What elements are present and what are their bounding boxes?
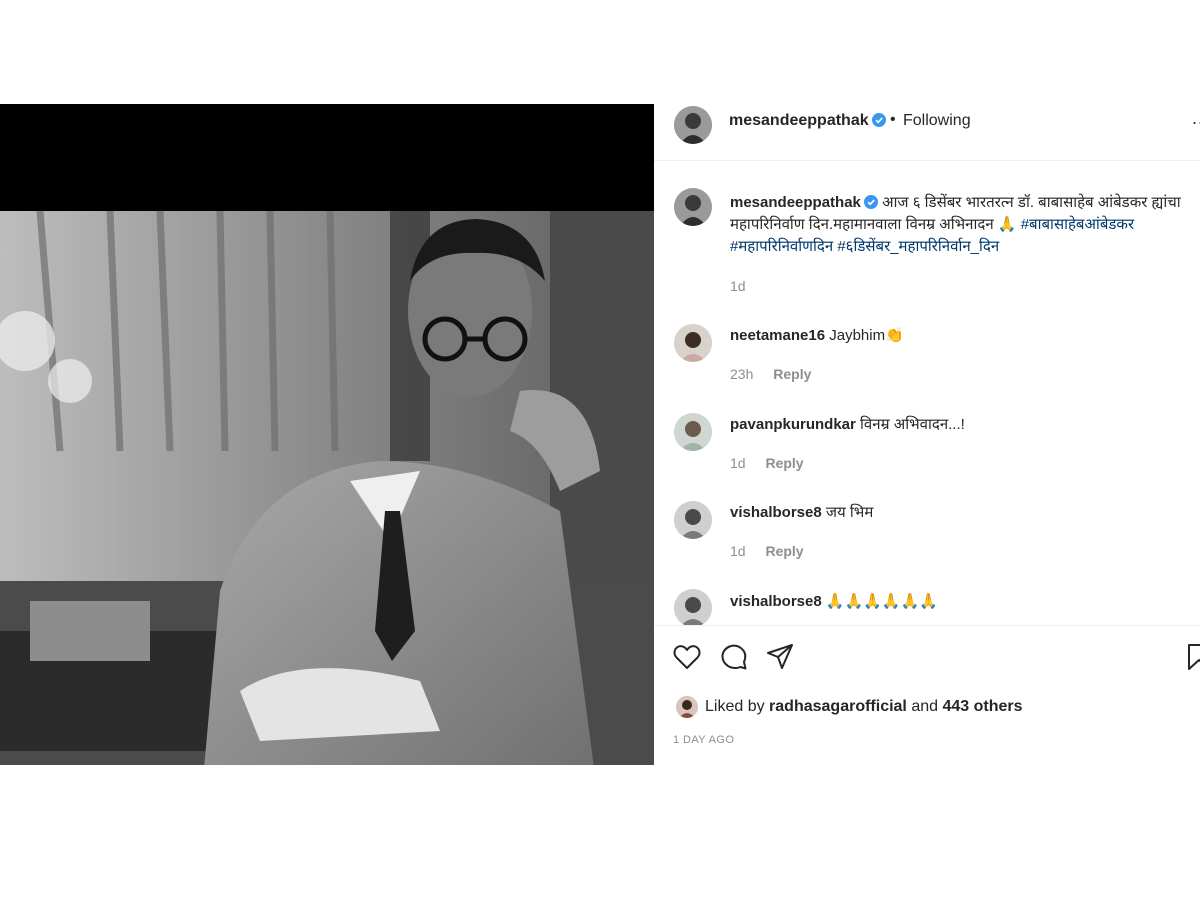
caption-avatar[interactable] bbox=[674, 188, 712, 226]
verified-badge-icon bbox=[871, 113, 886, 127]
liker-username[interactable]: radhasagarofficial bbox=[769, 698, 907, 715]
author-username[interactable]: mesandeeppathak bbox=[729, 112, 886, 130]
comment-row: neetamane16 Jaybhim👏 bbox=[730, 325, 1190, 347]
instagram-post: mesandeeppathak • Following ... mesandee… bbox=[0, 104, 1200, 765]
commenter-avatar[interactable] bbox=[674, 324, 712, 362]
liker-avatar[interactable] bbox=[676, 696, 698, 718]
author-avatar[interactable] bbox=[674, 106, 712, 144]
more-options-icon[interactable]: ... bbox=[1192, 108, 1200, 129]
paper-plane-icon[interactable] bbox=[765, 642, 795, 672]
comment-time: 1d bbox=[730, 543, 746, 559]
bookmark-icon[interactable] bbox=[1184, 642, 1200, 672]
post-sidebar: mesandeeppathak • Following ... mesandee… bbox=[654, 104, 1200, 765]
likes-summary: Liked by radhasagarofficial and 443 othe… bbox=[705, 698, 1023, 716]
post-header: mesandeeppathak • Following ... bbox=[654, 104, 1200, 161]
comment-username[interactable]: vishalborse8 bbox=[730, 593, 822, 610]
comment-row: pavanpkurundkar विनम्र अभिवादन...! bbox=[730, 414, 1190, 436]
commenter-avatar[interactable] bbox=[674, 413, 712, 451]
comment-username[interactable]: vishalborse8 bbox=[730, 504, 822, 521]
post-date: 1 DAY AGO bbox=[673, 734, 735, 746]
separator-dot: • bbox=[890, 111, 896, 128]
comment-row: vishalborse8 🙏🙏🙏🙏🙏🙏 bbox=[730, 591, 1190, 613]
commenter-avatar[interactable] bbox=[674, 589, 712, 625]
comment-time: 23h bbox=[730, 366, 754, 382]
comment-meta: 1d Reply bbox=[730, 455, 804, 471]
likes-others-link[interactable]: 443 others bbox=[942, 698, 1022, 715]
comment-bubble-icon[interactable] bbox=[719, 642, 749, 672]
comment-text: 🙏🙏🙏🙏🙏🙏 bbox=[825, 593, 938, 610]
comment-username[interactable]: pavanpkurundkar bbox=[730, 416, 856, 433]
comment-meta: 1d Reply bbox=[730, 543, 804, 559]
comment-meta: 23h Reply bbox=[730, 366, 811, 382]
likes-joiner: and bbox=[911, 698, 939, 715]
post-actions: Liked by radhasagarofficial and 443 othe… bbox=[654, 625, 1200, 765]
author-username-text[interactable]: mesandeeppathak bbox=[729, 112, 869, 129]
caption-text: mesandeeppathak आज ६ डिसेंबर भारतरत्न डॉ… bbox=[730, 192, 1190, 258]
verified-badge-icon bbox=[863, 195, 878, 209]
comment-row: vishalborse8 जय भिम bbox=[730, 502, 1190, 524]
heart-icon[interactable] bbox=[672, 642, 702, 672]
caption-meta: 1d bbox=[730, 278, 762, 294]
commenter-avatar[interactable] bbox=[674, 501, 712, 539]
caption-username[interactable]: mesandeeppathak bbox=[730, 194, 861, 211]
comment-time: 1d bbox=[730, 455, 746, 471]
comment-text: विनम्र अभिवादन...! bbox=[860, 416, 965, 433]
post-photo bbox=[0, 211, 654, 765]
reply-button[interactable]: Reply bbox=[773, 366, 811, 382]
reply-button[interactable]: Reply bbox=[765, 455, 803, 471]
following-button[interactable]: Following bbox=[903, 112, 971, 130]
comment-text: Jaybhim👏 bbox=[829, 327, 904, 344]
caption-time: 1d bbox=[730, 278, 746, 294]
comment-text: जय भिम bbox=[825, 504, 874, 521]
reply-button[interactable]: Reply bbox=[765, 543, 803, 559]
post-media[interactable] bbox=[0, 104, 654, 765]
comment-username[interactable]: neetamane16 bbox=[730, 327, 825, 344]
comments-list[interactable]: mesandeeppathak आज ६ डिसेंबर भारतरत्न डॉ… bbox=[654, 161, 1200, 625]
portrait-photo-illustration bbox=[0, 211, 654, 765]
likes-prefix: Liked by bbox=[705, 698, 765, 715]
